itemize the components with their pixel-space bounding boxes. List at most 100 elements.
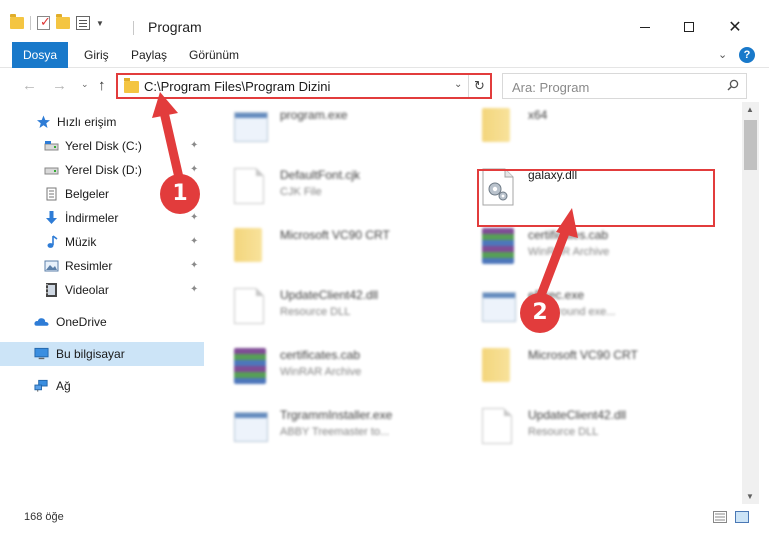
file-name: certificates.cab xyxy=(280,348,361,362)
file-item[interactable]: certificates.cab WinRAR Archive xyxy=(234,342,494,392)
sidebar-item-label: Yerel Disk (C:) xyxy=(65,139,142,153)
file-type: Resource DLL xyxy=(280,306,351,318)
search-input[interactable]: Ara: Program xyxy=(512,80,589,95)
file-type: CJK File xyxy=(280,186,322,198)
sidebar-item-music[interactable]: Müzik ✦ xyxy=(0,230,204,254)
file-item[interactable]: DefaultFont.cjk CJK File xyxy=(234,162,494,212)
step-1-badge: 1 xyxy=(160,174,200,214)
sidebar-item-label: Müzik xyxy=(65,235,97,249)
tab-home[interactable]: Giriş xyxy=(84,42,109,68)
exe-icon xyxy=(234,408,270,446)
drive-icon xyxy=(44,141,59,151)
expand-ribbon-icon[interactable]: ⌄ xyxy=(718,48,727,61)
dll-icon xyxy=(482,408,518,446)
file-name: Microsoft VC90 CRT xyxy=(528,348,638,362)
sidebar-item-label: Hızlı erişim xyxy=(57,115,117,129)
file-name: x64 xyxy=(528,108,548,122)
tiles-view-icon[interactable] xyxy=(735,511,749,523)
maximize-icon xyxy=(684,22,694,32)
file-name: UpdateClient42.dll xyxy=(280,288,379,302)
file-name: TrgrammInstaller.exe xyxy=(280,408,393,422)
help-icon[interactable]: ? xyxy=(739,47,755,63)
up-button[interactable]: ↑ xyxy=(98,77,106,94)
folder-icon xyxy=(10,14,24,29)
network-icon xyxy=(34,379,48,392)
sidebar-item-videos[interactable]: Videolar ✦ xyxy=(0,278,204,302)
window-title: Program xyxy=(148,19,202,35)
item-count: 168 öğe xyxy=(24,511,64,523)
star-icon xyxy=(37,115,50,128)
folder-item[interactable]: x64 xyxy=(482,102,742,152)
file-type: ABBY Treemaster to... xyxy=(280,426,390,438)
file-item[interactable]: program.exe xyxy=(234,102,494,152)
sidebar-item-local-disk-c[interactable]: Yerel Disk (C:) ✦ xyxy=(0,134,204,158)
file-item[interactable]: UpdateClient42.dll Resource DLL xyxy=(234,282,494,332)
folder-icon xyxy=(234,228,270,266)
search-icon[interactable] xyxy=(727,79,739,91)
scroll-thumb[interactable] xyxy=(744,120,757,170)
pin-icon[interactable]: ✦ xyxy=(190,236,198,247)
maximize-button[interactable] xyxy=(666,12,712,42)
sidebar-item-label: Resimler xyxy=(65,259,113,273)
sidebar-item-this-pc[interactable]: Bu bilgisayar xyxy=(0,342,204,366)
search-box[interactable]: Ara: Program xyxy=(502,73,747,99)
sidebar-item-pictures[interactable]: Resimler ✦ xyxy=(0,254,204,278)
properties-check-icon[interactable] xyxy=(37,14,51,30)
pin-icon[interactable]: ✦ xyxy=(190,164,198,175)
exe-icon xyxy=(234,108,270,146)
status-bar: 168 öğe xyxy=(0,504,769,538)
close-button[interactable]: ✕ xyxy=(712,12,758,42)
file-item[interactable]: certificates.cab WinRAR Archive xyxy=(482,222,742,272)
archive-icon xyxy=(234,348,270,386)
tab-view[interactable]: Görünüm xyxy=(189,42,239,68)
tab-share[interactable]: Paylaş xyxy=(131,42,167,68)
folder-icon xyxy=(482,348,518,386)
minimize-button[interactable] xyxy=(622,12,668,42)
file-name: program.exe xyxy=(280,108,348,122)
pin-icon[interactable]: ✦ xyxy=(190,140,198,151)
vertical-scrollbar[interactable]: ▲ ▼ xyxy=(742,102,759,504)
file-item[interactable]: UpdateClient42.dll Resource DLL xyxy=(482,402,742,452)
details-view-icon[interactable] xyxy=(713,511,727,523)
pin-icon[interactable]: ✦ xyxy=(190,284,198,295)
file-name: Microsoft VC90 CRT xyxy=(280,228,390,242)
address-bar[interactable]: C:\Program Files\Program Dizini ⌄ ↻ xyxy=(116,73,492,99)
exe-icon xyxy=(482,288,518,326)
list-properties-icon[interactable] xyxy=(76,16,90,30)
pin-icon[interactable]: ✦ xyxy=(190,260,198,271)
file-item[interactable]: TrgrammInstaller.exe ABBY Treemaster to.… xyxy=(234,402,494,452)
sidebar-item-label: OneDrive xyxy=(56,315,107,329)
recent-locations-button[interactable]: ⌄ xyxy=(81,79,89,90)
sidebar-item-quick-access[interactable]: Hızlı erişim xyxy=(0,110,204,134)
back-button[interactable]: ← xyxy=(22,77,37,94)
file-type: WinRAR Archive xyxy=(528,246,610,258)
doc-icon xyxy=(234,168,270,206)
minimize-icon xyxy=(640,26,650,28)
step-2-badge: 2 xyxy=(520,293,560,333)
folder-item[interactable]: Microsoft VC90 CRT xyxy=(234,222,494,272)
sidebar-item-label: Yerel Disk (D:) xyxy=(65,163,142,177)
sidebar-item-label: Belgeler xyxy=(65,187,110,201)
folder-icon xyxy=(482,108,518,146)
address-path[interactable]: C:\Program Files\Program Dizini xyxy=(144,79,330,94)
file-name: DefaultFont.cjk xyxy=(280,168,361,182)
folder-item[interactable]: Microsoft VC90 CRT xyxy=(482,342,742,392)
forward-button[interactable]: → xyxy=(52,77,67,94)
archive-icon xyxy=(482,228,518,266)
pin-icon[interactable]: ✦ xyxy=(190,212,198,223)
sidebar-item-network[interactable]: Ağ xyxy=(0,374,204,398)
file-name: certificates.cab xyxy=(528,228,609,242)
drive-icon xyxy=(44,167,59,175)
chevron-down-icon[interactable]: ⌄ xyxy=(454,79,462,90)
pictures-icon xyxy=(44,260,59,272)
computer-icon xyxy=(34,347,49,360)
new-folder-icon[interactable] xyxy=(56,14,70,29)
customize-toolbar-icon[interactable]: ▼ xyxy=(96,19,104,28)
sidebar-item-onedrive[interactable]: OneDrive xyxy=(0,310,204,334)
tab-file[interactable]: Dosya xyxy=(12,42,68,68)
scroll-down-icon[interactable]: ▼ xyxy=(746,492,754,501)
music-icon xyxy=(47,235,58,248)
scroll-up-icon[interactable]: ▲ xyxy=(746,105,754,114)
refresh-button[interactable]: ↻ xyxy=(468,75,490,97)
cloud-icon xyxy=(34,318,49,326)
